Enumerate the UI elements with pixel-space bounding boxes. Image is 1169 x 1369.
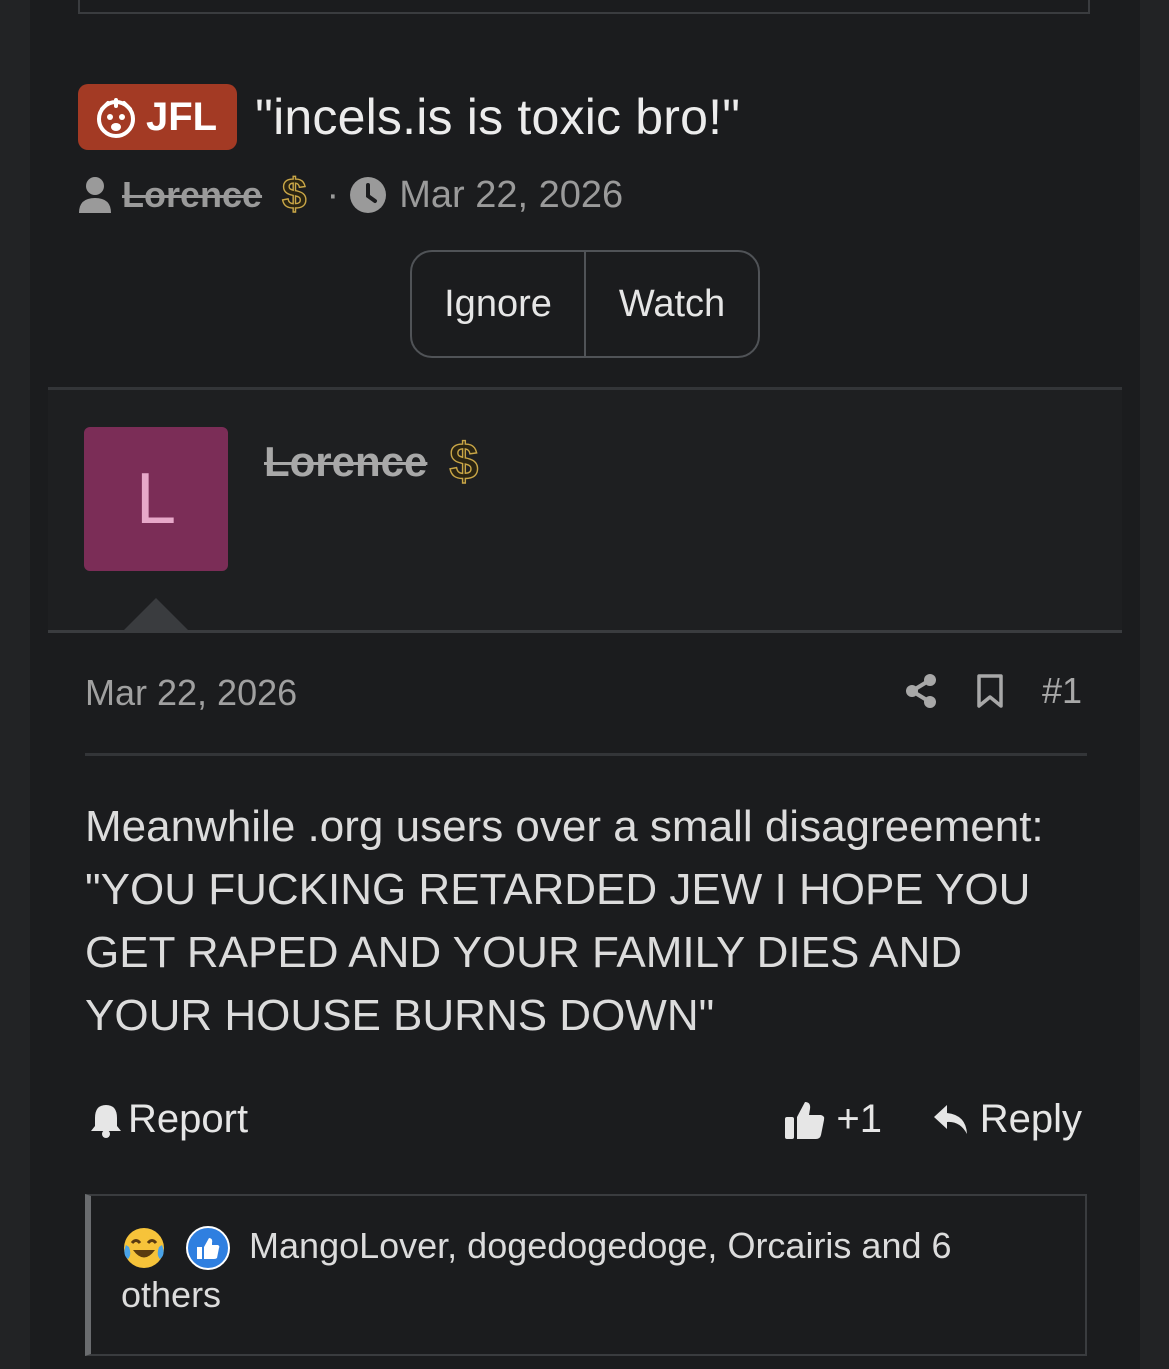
mind-blown-icon xyxy=(97,98,135,138)
reply-label: Reply xyxy=(979,1097,1082,1141)
laugh-cry-emoji-icon xyxy=(124,1228,164,1269)
post-date[interactable]: Mar 22, 2026 xyxy=(85,672,297,714)
reactions-bar[interactable]: MangoLover, dogedogedoge, Orcairis and 6… xyxy=(85,1194,1087,1356)
like-button[interactable]: +1 xyxy=(784,1097,882,1142)
post-body-line: "YOU FUCKING RETARDED JEW I HOPE YOU xyxy=(85,865,1031,914)
divider xyxy=(85,753,1087,756)
post-body-line: GET RAPED AND YOUR FAMILY DIES AND xyxy=(85,928,962,977)
post-body-line: YOUR HOUSE BURNS DOWN" xyxy=(85,991,715,1040)
like-reaction-icon xyxy=(186,1226,231,1271)
post-username-row: Lorence $ xyxy=(264,432,479,492)
divider xyxy=(48,630,1122,633)
thread-actions: Ignore Watch xyxy=(410,250,760,358)
thumbs-up-icon xyxy=(785,1101,825,1139)
reply-icon xyxy=(933,1104,967,1134)
bookmark-icon[interactable] xyxy=(976,673,1004,709)
post-header-actions: #1 xyxy=(904,670,1082,712)
watch-button[interactable]: Watch xyxy=(584,252,758,356)
thread-header: JFL "incels.is is toxic bro!" xyxy=(78,84,740,150)
post-user-block: L Lorence $ xyxy=(48,390,1122,632)
dollar-icon: $ xyxy=(449,432,479,491)
avatar[interactable]: L xyxy=(84,427,228,571)
ignore-button[interactable]: Ignore xyxy=(412,252,584,356)
share-icon[interactable] xyxy=(904,673,938,709)
post-body-line: Meanwhile .org users over a small disagr… xyxy=(85,802,1044,851)
thread-title: "incels.is is toxic bro!" xyxy=(255,89,741,145)
user-icon xyxy=(79,177,111,213)
thread-meta: Lorence $ · Mar 22, 2026 xyxy=(78,169,623,220)
page: JFL "incels.is is toxic bro!" Lorence $ … xyxy=(30,0,1140,1369)
thread-prefix-label: JFL xyxy=(146,94,218,139)
report-button[interactable]: Report xyxy=(90,1097,248,1142)
thread-author-link[interactable]: Lorence xyxy=(122,174,262,216)
thread-prefix-badge[interactable]: JFL xyxy=(78,84,238,150)
clock-icon xyxy=(350,177,387,213)
post-footer: Report +1 Reply xyxy=(90,1097,1082,1147)
post-body: Meanwhile .org users over a small disagr… xyxy=(85,795,1095,1047)
bell-icon xyxy=(91,1104,121,1138)
meta-separator: · xyxy=(326,173,340,216)
like-label: +1 xyxy=(836,1097,882,1141)
thread-date[interactable]: Mar 22, 2026 xyxy=(399,174,623,217)
reactions-users-link[interactable]: MangoLover, dogedogedoge, Orcairis and 6… xyxy=(121,1225,952,1315)
user-block-arrow xyxy=(122,598,190,632)
post-number-link[interactable]: #1 xyxy=(1042,670,1082,712)
dollar-icon: $ xyxy=(281,169,307,219)
report-label: Report xyxy=(128,1097,249,1141)
reply-button[interactable]: Reply xyxy=(932,1097,1082,1142)
post-username-link[interactable]: Lorence xyxy=(264,438,427,486)
previous-block-border xyxy=(78,0,1090,14)
